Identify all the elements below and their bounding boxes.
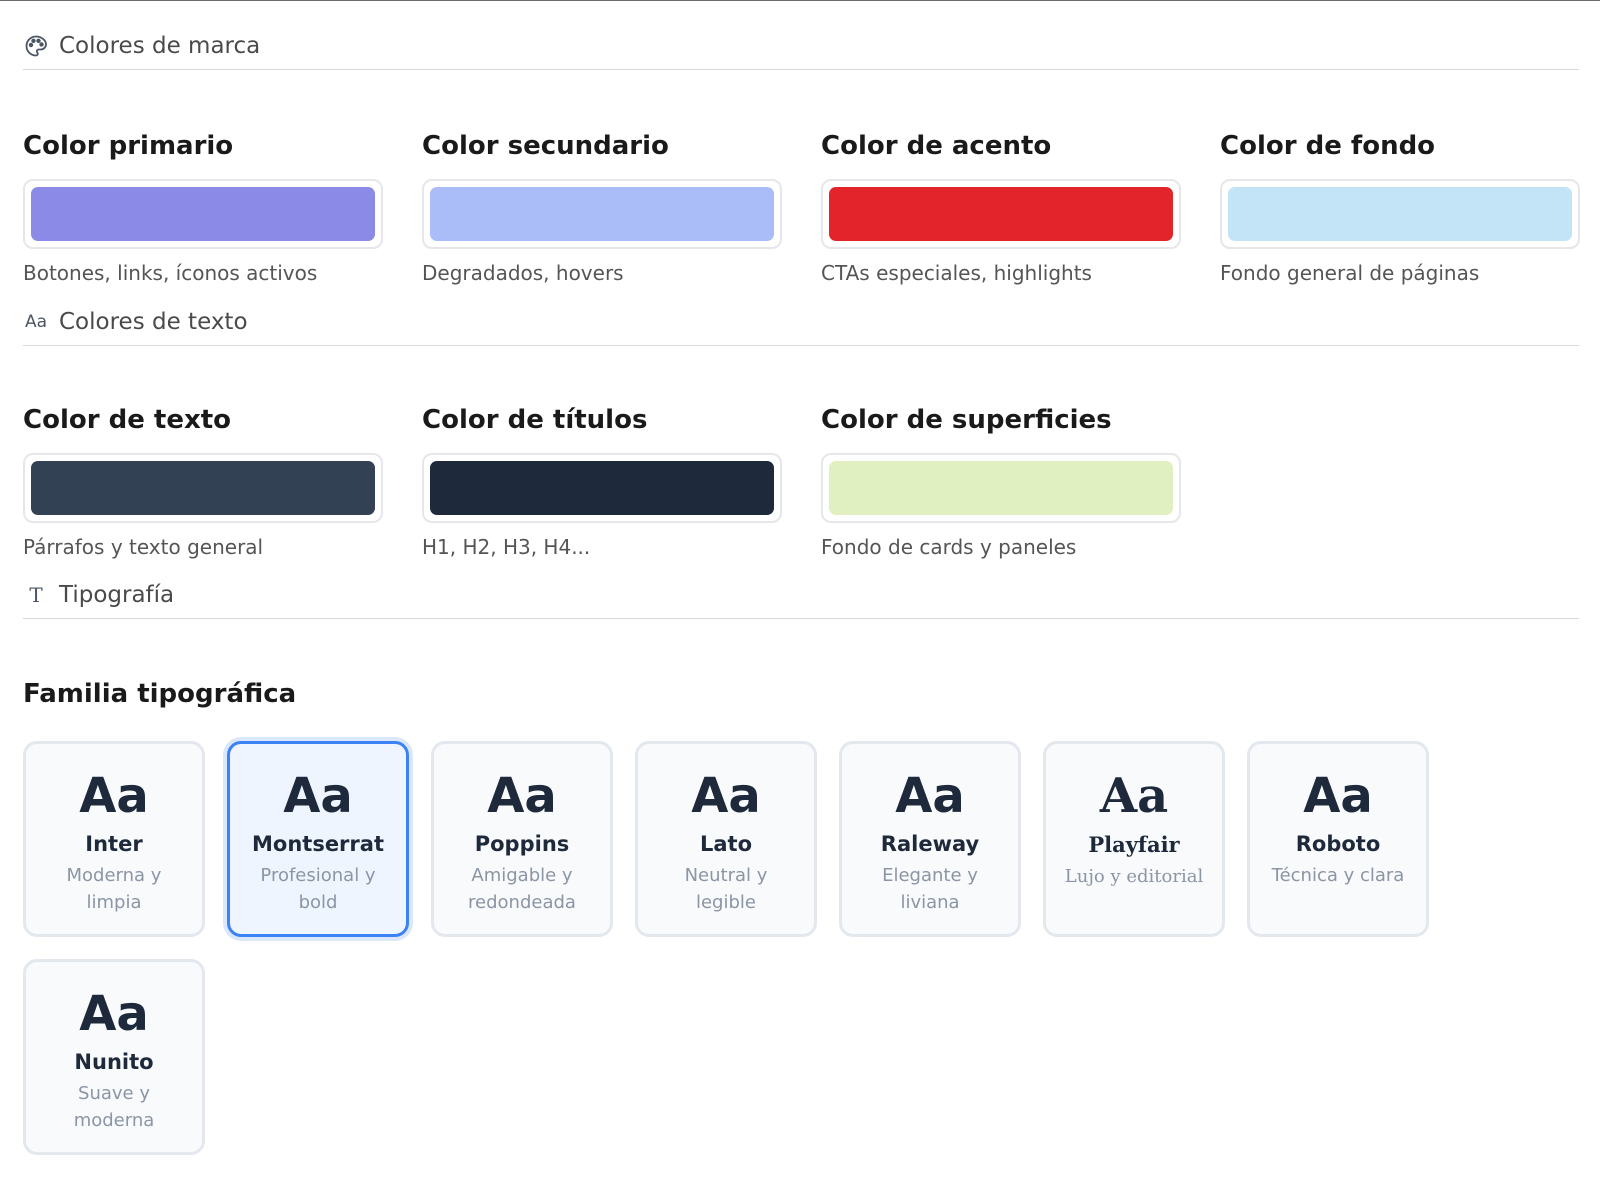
font-sample: Aa: [1099, 768, 1169, 824]
color-picker-primary[interactable]: [23, 179, 383, 249]
font-description: Neutral y legible: [684, 865, 768, 913]
font-name: Nunito: [74, 1050, 154, 1074]
swatch-label: Color primario: [23, 131, 234, 161]
font-sample: Aa: [691, 768, 761, 824]
text-color-headings: Color de títulos H1, H2, H3, H4...: [422, 403, 782, 559]
font-name: Playfair: [1088, 832, 1180, 857]
font-name: Roboto: [1295, 832, 1381, 856]
color-swatch: [430, 461, 774, 515]
font-name: Montserrat: [252, 832, 384, 856]
font-description: Elegante y liviana: [882, 865, 978, 913]
font-sample: Aa: [79, 986, 149, 1042]
font-option-nunito[interactable]: Aa Nunito Suave y moderna: [23, 959, 205, 1155]
font-sample: Aa: [283, 768, 353, 824]
color-swatch: [829, 461, 1173, 515]
font-option-inter[interactable]: Aa Inter Moderna y limpia: [23, 741, 205, 937]
color-swatch: [31, 461, 375, 515]
font-option-roboto[interactable]: Aa Roboto Técnica y clara: [1247, 741, 1429, 937]
font-option-playfair[interactable]: Aa Playfair Lujo y editorial: [1043, 741, 1225, 937]
font-option-lato[interactable]: Aa Lato Neutral y legible: [635, 741, 817, 937]
font-description: Suave y moderna: [73, 1083, 155, 1131]
color-picker-secondary[interactable]: [422, 179, 782, 249]
brand-color-background: Color de fondo Fondo general de páginas: [1220, 129, 1580, 285]
swatch-description: Degradados, hovers: [422, 261, 624, 285]
font-sample: Aa: [1303, 768, 1373, 824]
swatch-description: H1, H2, H3, H4...: [422, 535, 591, 559]
swatch-description: Fondo de cards y paneles: [821, 535, 1077, 559]
text-color-body: Color de texto Párrafos y texto general: [23, 403, 383, 559]
swatch-description: Párrafos y texto general: [23, 535, 264, 559]
color-picker-background[interactable]: [1220, 179, 1580, 249]
font-name: Lato: [699, 832, 753, 856]
font-sample: Aa: [487, 768, 557, 824]
brand-color-accent: Color de acento CTAs especiales, highlig…: [821, 129, 1181, 285]
color-picker-accent[interactable]: [821, 179, 1181, 249]
font-option-montserrat[interactable]: Aa Montserrat Profesional y bold: [227, 741, 409, 937]
color-swatch: [31, 187, 375, 241]
font-description: Amigable y redondeada: [468, 865, 576, 913]
font-option-raleway[interactable]: Aa Raleway Elegante y liviana: [839, 741, 1021, 937]
swatch-description: Fondo general de páginas: [1220, 261, 1480, 285]
font-description: Técnica y clara: [1271, 865, 1405, 886]
font-description: Profesional y bold: [260, 865, 376, 913]
text-size-icon: Aa: [24, 311, 48, 332]
font-description: Moderna y limpia: [66, 865, 162, 913]
color-swatch: [430, 187, 774, 241]
font-name: Inter: [85, 832, 143, 856]
swatch-description: Botones, links, íconos activos: [23, 261, 318, 285]
section-header-text-colors: Aa Colores de texto: [23, 298, 1579, 346]
swatch-label: Color de texto: [23, 405, 232, 435]
type-icon: T: [29, 582, 43, 607]
swatch-label: Color de títulos: [422, 405, 648, 435]
font-family-title: Familia tipográfica: [23, 679, 297, 709]
font-sample: Aa: [79, 768, 149, 824]
color-picker-text[interactable]: [23, 453, 383, 523]
section-title: Colores de texto: [59, 308, 248, 335]
section-title: Tipografía: [59, 581, 175, 608]
swatch-description: CTAs especiales, highlights: [821, 261, 1092, 285]
font-name: Raleway: [880, 832, 980, 856]
section-header-brand-colors: Colores de marca: [23, 22, 1579, 70]
swatch-label: Color de acento: [821, 131, 1052, 161]
swatch-label: Color de fondo: [1220, 131, 1436, 161]
font-name: Poppins: [474, 832, 570, 856]
section-header-typography: T Tipografía: [23, 571, 1579, 619]
brand-color-primary: Color primario Botones, links, íconos ac…: [23, 129, 383, 285]
color-picker-surfaces[interactable]: [821, 453, 1181, 523]
font-description: Lujo y editorial: [1064, 866, 1204, 887]
color-swatch: [829, 187, 1173, 241]
section-title: Colores de marca: [59, 32, 261, 59]
swatch-label: Color de superficies: [821, 405, 1112, 435]
color-picker-headings[interactable]: [422, 453, 782, 523]
color-swatch: [1228, 187, 1572, 241]
font-sample: Aa: [895, 768, 965, 824]
text-color-surfaces: Color de superficies Fondo de cards y pa…: [821, 403, 1181, 559]
font-option-poppins[interactable]: Aa Poppins Amigable y redondeada: [431, 741, 613, 937]
brand-color-secondary: Color secundario Degradados, hovers: [422, 129, 782, 285]
palette-icon: [23, 33, 49, 59]
swatch-label: Color secundario: [422, 131, 669, 161]
